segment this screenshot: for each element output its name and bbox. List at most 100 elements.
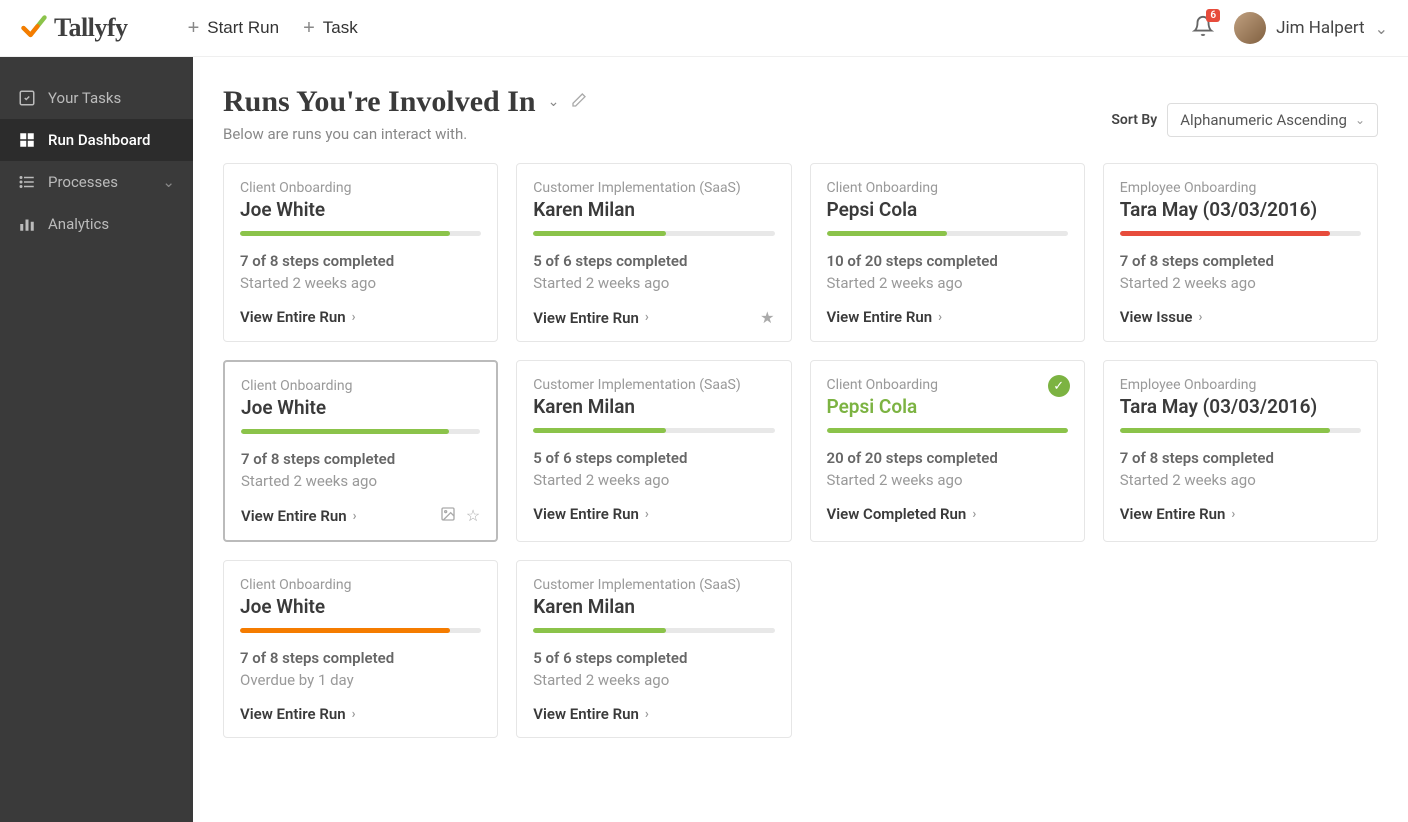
run-started: Started 2 weeks ago — [827, 471, 1068, 489]
view-run-label: View Entire Run — [240, 308, 346, 326]
run-card[interactable]: ✓ Client Onboarding Pepsi Cola 20 of 20 … — [810, 360, 1085, 542]
chevron-right-icon: › — [972, 507, 976, 522]
star-icon[interactable]: ★ — [760, 308, 774, 327]
sort-control: Sort By Alphanumeric Ascending ⌄ — [1111, 103, 1378, 137]
view-run-label: View Entire Run — [533, 705, 639, 723]
run-card[interactable]: Client Onboarding Joe White 7 of 8 steps… — [223, 163, 498, 342]
logo[interactable]: Tallyfy — [20, 13, 128, 43]
run-category: Customer Implementation (SaaS) — [533, 577, 774, 593]
chevron-right-icon: › — [645, 707, 649, 722]
progress-bar — [533, 231, 774, 236]
check-square-icon — [18, 89, 36, 107]
sidebar-item-your-tasks[interactable]: Your Tasks — [0, 77, 193, 119]
run-steps: 5 of 6 steps completed — [533, 252, 774, 270]
sort-label: Sort By — [1111, 112, 1157, 128]
run-title: Pepsi Cola — [827, 198, 1068, 221]
grid-icon — [18, 131, 36, 149]
user-menu[interactable]: Jim Halpert ⌄ — [1234, 12, 1388, 44]
sidebar-item-label: Processes — [48, 173, 118, 191]
notifications-button[interactable]: 6 — [1192, 15, 1214, 41]
run-title: Karen Milan — [533, 395, 774, 418]
start-run-button[interactable]: + Start Run — [188, 17, 280, 40]
view-run-link[interactable]: View Issue › — [1120, 308, 1203, 326]
sidebar-item-processes[interactable]: Processes ⌄ — [0, 161, 193, 203]
sidebar-item-analytics[interactable]: Analytics — [0, 203, 193, 245]
run-card[interactable]: Customer Implementation (SaaS) Karen Mil… — [516, 360, 791, 542]
run-card[interactable]: Employee Onboarding Tara May (03/03/2016… — [1103, 360, 1378, 542]
run-category: Customer Implementation (SaaS) — [533, 377, 774, 393]
check-badge-icon: ✓ — [1048, 375, 1070, 397]
progress-bar — [1120, 428, 1361, 433]
body: Your Tasks Run Dashboard Processes ⌄ Ana… — [0, 57, 1408, 822]
run-card[interactable]: Client Onboarding Pepsi Cola 10 of 20 st… — [810, 163, 1085, 342]
view-run-label: View Entire Run — [533, 309, 639, 327]
main: Runs You're Involved In ⌄ Below are runs… — [193, 57, 1408, 822]
view-run-link[interactable]: View Entire Run › — [241, 507, 357, 525]
image-icon[interactable] — [440, 506, 456, 526]
run-steps: 5 of 6 steps completed — [533, 449, 774, 467]
run-title: Karen Milan — [533, 198, 774, 221]
page-title: Runs You're Involved In — [223, 85, 536, 119]
run-started: Started 2 weeks ago — [241, 472, 480, 490]
bars-icon — [18, 215, 36, 233]
run-started: Started 2 weeks ago — [1120, 471, 1361, 489]
header-actions: + Start Run + Task — [188, 17, 358, 40]
view-run-link[interactable]: View Entire Run › — [1120, 505, 1236, 523]
run-category: Client Onboarding — [240, 180, 481, 196]
run-category: Client Onboarding — [240, 577, 481, 593]
view-run-link[interactable]: View Entire Run › — [533, 505, 649, 523]
view-run-link[interactable]: View Entire Run › — [533, 705, 649, 723]
sidebar-item-run-dashboard[interactable]: Run Dashboard — [0, 119, 193, 161]
run-title: Karen Milan — [533, 595, 774, 618]
chevron-right-icon: › — [645, 310, 649, 325]
progress-bar — [1120, 231, 1361, 236]
task-button[interactable]: + Task — [303, 17, 358, 40]
star-outline-icon[interactable]: ☆ — [466, 506, 480, 526]
run-category: Client Onboarding — [827, 377, 1068, 393]
run-title: Tara May (03/03/2016) — [1120, 198, 1361, 221]
run-category: Employee Onboarding — [1120, 180, 1361, 196]
run-title: Joe White — [241, 396, 480, 419]
progress-bar — [241, 429, 480, 434]
progress-bar — [827, 231, 1068, 236]
chevron-right-icon: › — [1198, 310, 1202, 325]
view-run-link[interactable]: View Entire Run › — [533, 309, 649, 327]
run-card[interactable]: Employee Onboarding Tara May (03/03/2016… — [1103, 163, 1378, 342]
header: Tallyfy + Start Run + Task 6 Jim Halpert — [0, 0, 1408, 57]
chevron-right-icon: › — [353, 509, 357, 524]
task-label: Task — [323, 18, 358, 38]
progress-bar — [533, 628, 774, 633]
run-card[interactable]: Client Onboarding Joe White 7 of 8 steps… — [223, 560, 498, 738]
view-run-label: View Entire Run — [827, 308, 933, 326]
run-card[interactable]: Customer Implementation (SaaS) Karen Mil… — [516, 163, 791, 342]
progress-bar — [240, 231, 481, 236]
view-run-label: View Entire Run — [1120, 505, 1226, 523]
run-title: Joe White — [240, 595, 481, 618]
progress-bar — [827, 428, 1068, 433]
run-started: Started 2 weeks ago — [533, 671, 774, 689]
view-run-link[interactable]: View Entire Run › — [240, 705, 356, 723]
run-card[interactable]: Customer Implementation (SaaS) Karen Mil… — [516, 560, 791, 738]
view-run-label: View Completed Run — [827, 505, 967, 523]
chevron-down-icon[interactable]: ⌄ — [548, 94, 560, 110]
run-category: Client Onboarding — [827, 180, 1068, 196]
view-run-link[interactable]: View Entire Run › — [827, 308, 943, 326]
logo-check-icon — [20, 14, 48, 42]
view-run-label: View Entire Run — [241, 507, 347, 525]
view-run-link[interactable]: View Entire Run › — [240, 308, 356, 326]
view-run-label: View Entire Run — [533, 505, 639, 523]
run-title: Pepsi Cola — [827, 395, 1068, 418]
run-started: Overdue by 1 day — [240, 671, 481, 689]
sort-select[interactable]: Alphanumeric Ascending ⌄ — [1167, 103, 1378, 137]
plus-icon: + — [188, 17, 200, 40]
view-run-link[interactable]: View Completed Run › — [827, 505, 977, 523]
sidebar-item-label: Your Tasks — [48, 89, 121, 107]
run-started: Started 2 weeks ago — [240, 274, 481, 292]
sidebar-item-label: Run Dashboard — [48, 131, 150, 149]
run-steps: 20 of 20 steps completed — [827, 449, 1068, 467]
edit-icon[interactable] — [571, 92, 587, 112]
chevron-down-icon: ⌄ — [1355, 113, 1365, 127]
notification-count: 6 — [1206, 9, 1220, 22]
page-subtitle: Below are runs you can interact with. — [223, 125, 587, 143]
run-card[interactable]: Client Onboarding Joe White 7 of 8 steps… — [223, 360, 498, 542]
